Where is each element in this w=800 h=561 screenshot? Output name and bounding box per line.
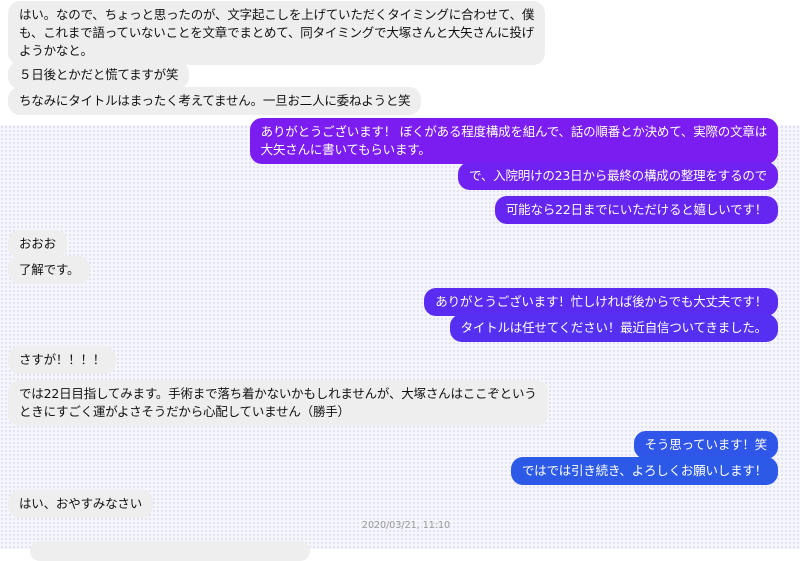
message-line: ありがとうございます！忙しければ後からでも大丈夫です！ [435,294,767,309]
message-bubble-outgoing[interactable]: タイトルは任せてください！最近自信ついてきました。 [449,314,778,342]
message-line: はい。なので、ちょっと思ったのが、文字起こしを上げていただくタイミングに合わせて… [19,7,535,22]
message-line: で、入院明けの23日から最終の構成の整理をするので [469,168,767,183]
message-line: ようかなと。 [19,43,93,58]
message-line: はい、おやすみなさい [19,496,143,511]
message-line: 可能なら22日までにいただけると嬉しいです！ [505,202,767,217]
message-bubble-incoming[interactable]: ５日後とかだと慌てますが笑 [8,61,190,89]
message-line: ときにすごく運がよさそうだから心配していません（勝手） [19,404,350,419]
message-line: 大矢さんに書いてもらいます。 [260,142,431,157]
message-bubble-outgoing[interactable]: ありがとうございます！ ぼくがある程度構成を組んで、話の順番とか決めて、実際の文… [249,118,778,164]
message-bubble-outgoing[interactable]: そう思っています！笑 [633,431,778,459]
message-bubble-incoming[interactable]: では22日目指してみます。手術まで落ち着かないかもしれませんが、大塚さんはここぞ… [8,380,548,426]
message-bubble-incoming[interactable]: ちなみにタイトルはまったく考えてません。一旦お二人に委ねようと笑 [8,87,422,115]
message-bubble-outgoing[interactable]: ではでは引き続き、よろしくお願いします！ [510,457,778,485]
message-line: おおお [19,236,56,251]
message-line: では22日目指してみます。手術まで落ち着かないかもしれませんが、大塚さんはここぞ… [19,386,537,401]
message-line: 了解です。 [19,262,80,277]
message-line: ５日後とかだと慌てますが笑 [19,67,179,82]
message-timestamp: 2020/03/21, 11:10 [361,520,451,531]
message-line: も、これまで語っていないことを文章でまとめて、同タイミングで大塚さんと大矢さんに… [19,25,534,40]
message-line: さすが！！！！ [19,352,106,367]
message-bubble-outgoing[interactable]: 可能なら22日までにいただけると嬉しいです！ [494,196,778,224]
message-thread: はい。なので、ちょっと思ったのが、文字起こしを上げていただくタイミングに合わせて… [0,0,800,561]
message-bubble-incoming[interactable]: おおお [8,230,67,258]
message-bubble-incoming[interactable]: はい。なので、ちょっと思ったのが、文字起こしを上げていただくタイミングに合わせて… [8,1,546,65]
message-line: タイトルは任せてください！最近自信ついてきました。 [460,320,768,335]
message-bubble-incoming-partial[interactable] [30,541,310,561]
message-bubble-incoming[interactable]: さすが！！！！ [8,346,117,374]
message-line: ちなみにタイトルはまったく考えてません。一旦お二人に委ねようと笑 [19,93,411,108]
message-bubble-incoming[interactable]: 了解です。 [8,256,91,284]
message-line: そう思っています！笑 [644,437,768,452]
message-bubble-outgoing[interactable]: で、入院明けの23日から最終の構成の整理をするので [458,162,778,190]
message-line: ではでは引き続き、よろしくお願いします！ [521,463,767,478]
message-bubble-outgoing[interactable]: ありがとうございます！忙しければ後からでも大丈夫です！ [424,288,778,316]
message-line: ありがとうございます！ ぼくがある程度構成を組んで、話の順番とか決めて、実際の文… [260,124,768,139]
message-bubble-incoming[interactable]: はい、おやすみなさい [8,490,154,518]
